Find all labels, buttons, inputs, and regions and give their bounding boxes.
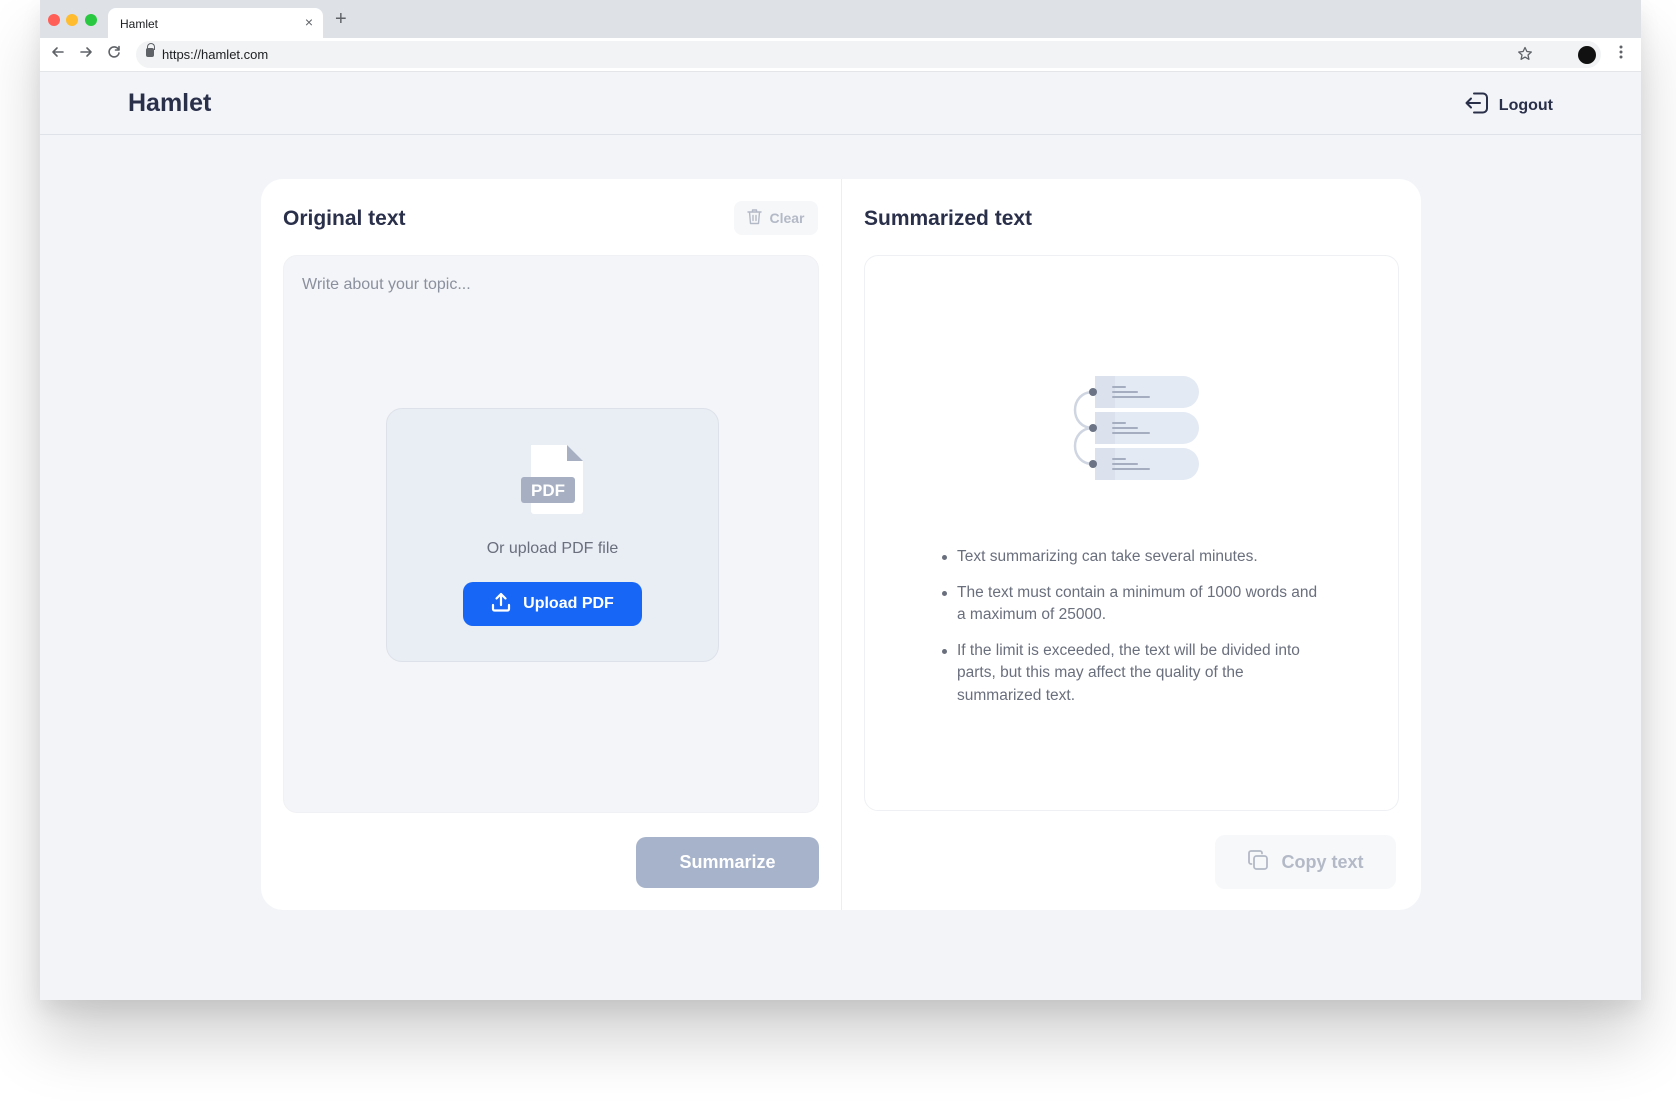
- pdf-badge-label: PDF: [531, 481, 565, 500]
- browser-window: Hamlet × + https://hamlet.com Hamlet Log…: [40, 0, 1641, 1000]
- upload-pdf-label: Upload PDF: [523, 595, 614, 612]
- summary-note: Text summarizing can take several minute…: [941, 546, 1326, 569]
- trash-icon: [747, 208, 763, 228]
- pdf-file-icon: PDF: [521, 445, 583, 514]
- star-icon[interactable]: [1517, 46, 1533, 67]
- url-text[interactable]: https://hamlet.com: [162, 47, 268, 62]
- profile-icon[interactable]: [1578, 46, 1596, 64]
- logout-icon: [1465, 92, 1489, 119]
- copy-icon: [1247, 849, 1269, 876]
- clear-label: Clear: [769, 210, 805, 226]
- clear-button[interactable]: Clear: [734, 201, 818, 235]
- maximize-window-icon[interactable]: [85, 14, 97, 26]
- copy-text-button[interactable]: Copy text: [1215, 835, 1396, 889]
- minimize-window-icon[interactable]: [66, 14, 78, 26]
- reload-icon[interactable]: [106, 44, 122, 65]
- summarized-text-title: Summarized text: [864, 207, 1033, 230]
- summary-note: If the limit is exceeded, the text will …: [941, 640, 1326, 708]
- summary-note: The text must contain a minimum of 1000 …: [941, 582, 1326, 627]
- browser-toolbar: https://hamlet.com: [40, 38, 1641, 72]
- app-header: Hamlet Logout: [40, 72, 1641, 135]
- browser-tab-bar: Hamlet × +: [40, 0, 1641, 38]
- kebab-menu-icon[interactable]: [1619, 44, 1623, 65]
- panel-divider: [841, 179, 842, 910]
- browser-tab[interactable]: Hamlet ×: [108, 8, 323, 38]
- upload-icon: [491, 592, 511, 617]
- summary-notes-list: Text summarizing can take several minute…: [941, 546, 1326, 720]
- summarize-button[interactable]: Summarize: [636, 837, 819, 888]
- text-input-placeholder: Write about your topic...: [302, 276, 471, 293]
- lock-icon: [146, 43, 155, 57]
- summary-list-illustration: [1073, 376, 1199, 480]
- address-bar[interactable]: https://hamlet.com: [136, 41, 1601, 68]
- close-window-icon[interactable]: [48, 14, 60, 26]
- logout-label: Logout: [1498, 96, 1553, 114]
- tab-close-icon[interactable]: ×: [305, 14, 313, 30]
- summarizer-card: Original text Clear Write about your top…: [261, 179, 1421, 910]
- upload-hint: Or upload PDF file: [486, 540, 619, 557]
- new-tab-icon[interactable]: +: [335, 8, 347, 31]
- pdf-upload-dropzone[interactable]: PDF Or upload PDF file Upload PDF: [386, 408, 719, 662]
- logout-button[interactable]: Logout: [1465, 92, 1553, 119]
- tab-title: Hamlet: [120, 17, 159, 31]
- forward-arrow-icon[interactable]: [78, 44, 94, 65]
- copy-text-label: Copy text: [1281, 851, 1364, 872]
- upload-pdf-button[interactable]: Upload PDF: [463, 582, 642, 626]
- original-text-title: Original text: [283, 207, 406, 230]
- original-text-input[interactable]: Write about your topic... PDF Or upload …: [283, 255, 819, 813]
- back-arrow-icon[interactable]: [50, 44, 66, 65]
- app-logo[interactable]: Hamlet: [128, 89, 211, 118]
- summary-output: Text summarizing can take several minute…: [864, 255, 1399, 811]
